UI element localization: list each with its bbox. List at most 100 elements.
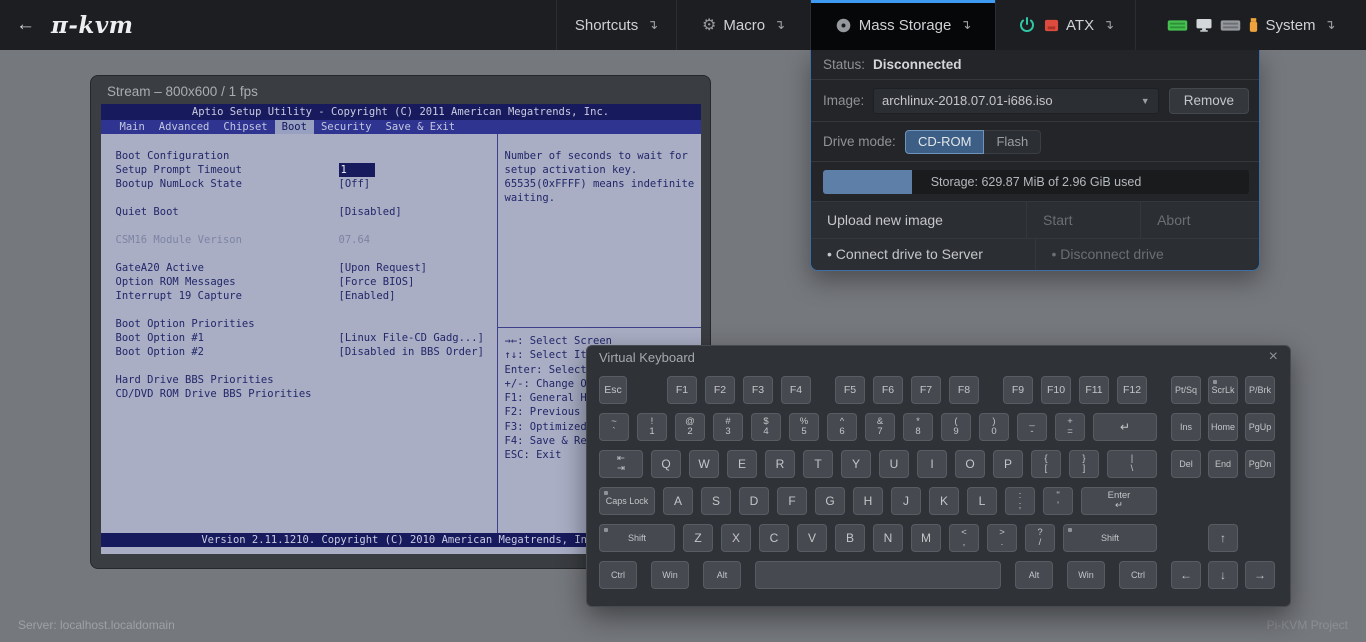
l-key[interactable]: L [967, 487, 997, 515]
p-key[interactable]: P [993, 450, 1023, 478]
ctrl-left-key[interactable]: Ctrl [599, 561, 637, 589]
u-key[interactable]: U [879, 450, 909, 478]
arrow-left-key[interactable]: ← [1171, 561, 1201, 589]
connect-drive-button[interactable]: • Connect drive to Server [811, 239, 1035, 270]
cdrom-mode-button[interactable]: CD-ROM [905, 130, 984, 154]
f4-key[interactable]: F4 [781, 376, 811, 404]
alt-left-key[interactable]: Alt [703, 561, 741, 589]
digit-3-key[interactable]: #3 [713, 413, 743, 441]
f5-key[interactable]: F5 [835, 376, 865, 404]
k-key[interactable]: K [929, 487, 959, 515]
start-upload-button[interactable]: Start [1026, 202, 1140, 238]
back-arrow-button[interactable]: ← [14, 14, 45, 36]
bracket-right-key[interactable]: }] [1069, 450, 1099, 478]
esc-key[interactable]: Esc [599, 376, 627, 404]
space-key[interactable] [755, 561, 1001, 589]
nav-item-macro[interactable]: ⚙ Macro ↴ [676, 0, 810, 50]
arrow-right-key[interactable]: → [1245, 561, 1275, 589]
f1-key[interactable]: F1 [667, 376, 697, 404]
nav-item-mass-storage[interactable]: Mass Storage ↴ [810, 0, 995, 50]
s-key[interactable]: S [701, 487, 731, 515]
x-key[interactable]: X [721, 524, 751, 552]
n-key[interactable]: N [873, 524, 903, 552]
enter-key[interactable]: Enter↵ [1081, 487, 1157, 515]
abort-upload-button[interactable]: Abort [1140, 202, 1259, 238]
o-key[interactable]: O [955, 450, 985, 478]
v-key[interactable]: V [797, 524, 827, 552]
backquote-key[interactable]: ~` [599, 413, 629, 441]
shift-right-key[interactable]: Shift [1063, 524, 1157, 552]
alt-right-key[interactable]: Alt [1015, 561, 1053, 589]
image-select[interactable]: archlinux-2018.07.01-i686.iso ▼ [873, 88, 1159, 114]
y-key[interactable]: Y [841, 450, 871, 478]
caps-lock-key[interactable]: Caps Lock [599, 487, 655, 515]
backslash-key[interactable]: |\ [1107, 450, 1157, 478]
upload-image-button[interactable]: Upload new image [811, 202, 1026, 238]
f-key[interactable]: F [777, 487, 807, 515]
f9-key[interactable]: F9 [1003, 376, 1033, 404]
disconnect-drive-button[interactable]: • Disconnect drive [1035, 239, 1260, 270]
digit-1-key[interactable]: !1 [637, 413, 667, 441]
arrow-down-key[interactable]: ↓ [1208, 561, 1238, 589]
win-left-key[interactable]: Win [651, 561, 689, 589]
e-key[interactable]: E [727, 450, 757, 478]
home-key[interactable]: Home [1208, 413, 1238, 441]
f2-key[interactable]: F2 [705, 376, 735, 404]
keyboard-titlebar[interactable]: Virtual Keyboard × [587, 346, 1290, 368]
f8-key[interactable]: F8 [949, 376, 979, 404]
close-icon[interactable]: × [1269, 349, 1278, 365]
win-right-key[interactable]: Win [1067, 561, 1105, 589]
print-screen-key[interactable]: Pt/Sq [1171, 376, 1201, 404]
digit-5-key[interactable]: %5 [789, 413, 819, 441]
delete-key[interactable]: Del [1171, 450, 1201, 478]
semicolon-key[interactable]: :; [1005, 487, 1035, 515]
quote-key[interactable]: "' [1043, 487, 1073, 515]
f11-key[interactable]: F11 [1079, 376, 1109, 404]
j-key[interactable]: J [891, 487, 921, 515]
equals-key[interactable]: += [1055, 413, 1085, 441]
f12-key[interactable]: F12 [1117, 376, 1147, 404]
q-key[interactable]: Q [651, 450, 681, 478]
end-key[interactable]: End [1208, 450, 1238, 478]
flash-mode-button[interactable]: Flash [984, 130, 1041, 154]
page-down-key[interactable]: PgDn [1245, 450, 1275, 478]
pause-break-key[interactable]: P/Brk [1245, 376, 1275, 404]
digit-8-key[interactable]: *8 [903, 413, 933, 441]
z-key[interactable]: Z [683, 524, 713, 552]
remove-image-button[interactable]: Remove [1169, 88, 1249, 114]
pikvm-project-link[interactable]: Pi-KVM Project [1267, 618, 1348, 632]
g-key[interactable]: G [815, 487, 845, 515]
shift-left-key[interactable]: Shift [599, 524, 675, 552]
digit-0-key[interactable]: )0 [979, 413, 1009, 441]
digit-7-key[interactable]: &7 [865, 413, 895, 441]
comma-key[interactable]: <, [949, 524, 979, 552]
m-key[interactable]: M [911, 524, 941, 552]
t-key[interactable]: T [803, 450, 833, 478]
r-key[interactable]: R [765, 450, 795, 478]
ctrl-right-key[interactable]: Ctrl [1119, 561, 1157, 589]
f10-key[interactable]: F10 [1041, 376, 1071, 404]
nav-item-atx[interactable]: ATX ↴ [995, 0, 1135, 50]
i-key[interactable]: I [917, 450, 947, 478]
slash-key[interactable]: ?/ [1025, 524, 1055, 552]
insert-key[interactable]: Ins [1171, 413, 1201, 441]
h-key[interactable]: H [853, 487, 883, 515]
a-key[interactable]: A [663, 487, 693, 515]
c-key[interactable]: C [759, 524, 789, 552]
nav-item-system[interactable]: System ↴ [1135, 0, 1366, 50]
b-key[interactable]: B [835, 524, 865, 552]
scroll-lock-key[interactable]: ScrLk [1208, 376, 1238, 404]
minus-key[interactable]: _- [1017, 413, 1047, 441]
digit-9-key[interactable]: (9 [941, 413, 971, 441]
d-key[interactable]: D [739, 487, 769, 515]
bracket-left-key[interactable]: {[ [1031, 450, 1061, 478]
tab-key[interactable]: ⇤⇥ [599, 450, 643, 478]
digit-4-key[interactable]: $4 [751, 413, 781, 441]
f6-key[interactable]: F6 [873, 376, 903, 404]
nav-item-shortcuts[interactable]: Shortcuts ↴ [556, 0, 676, 50]
digit-2-key[interactable]: @2 [675, 413, 705, 441]
arrow-up-key[interactable]: ↑ [1208, 524, 1238, 552]
digit-6-key[interactable]: ^6 [827, 413, 857, 441]
w-key[interactable]: W [689, 450, 719, 478]
backspace-key[interactable]: ↵ [1093, 413, 1157, 441]
